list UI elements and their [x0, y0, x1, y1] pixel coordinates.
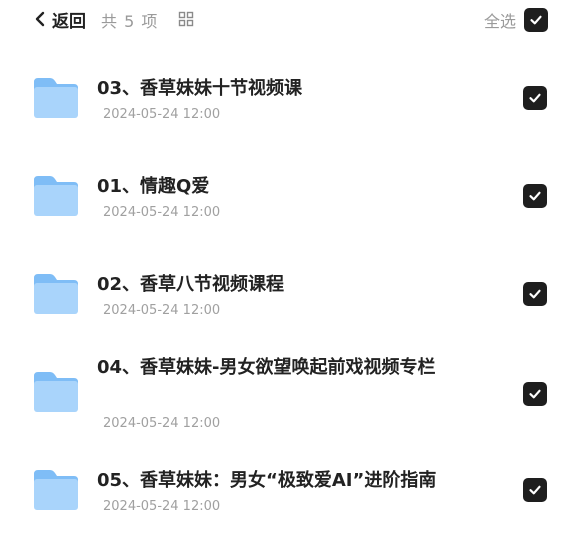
check-icon — [529, 485, 541, 495]
folder-icon — [34, 176, 78, 216]
chevron-left-icon — [35, 11, 45, 27]
check-icon — [530, 15, 542, 25]
top-bar: 返回 共 5 项 全选 — [0, 0, 574, 40]
folder-date: 2024-05-24 12:00 — [103, 205, 221, 220]
check-icon — [529, 389, 541, 399]
folder-item[interactable]: 03、香草妹妹十节视频课 2024-05-24 12:00 — [0, 60, 574, 140]
folder-date: 2024-05-24 12:00 — [103, 303, 221, 318]
folder-title: 04、香草妹妹-男女欲望唤起前戏视频专栏 — [97, 357, 436, 378]
folder-date: 2024-05-24 12:00 — [103, 416, 221, 431]
item-checkbox[interactable] — [523, 184, 547, 208]
check-icon — [529, 191, 541, 201]
folder-icon — [34, 372, 78, 412]
item-count-label: 共 5 项 — [101, 12, 159, 31]
folder-date: 2024-05-24 12:00 — [103, 499, 221, 514]
folder-date: 2024-05-24 12:00 — [103, 107, 221, 122]
back-label: 返回 — [52, 11, 86, 32]
item-checkbox[interactable] — [523, 382, 547, 406]
folder-icon — [34, 274, 78, 314]
folder-icon — [34, 470, 78, 510]
item-checkbox[interactable] — [523, 282, 547, 306]
item-checkbox[interactable] — [523, 86, 547, 110]
folder-title: 02、香草八节视频课程 — [97, 274, 285, 295]
folder-item[interactable]: 05、香草妹妹：男女“极致爱AI”进阶指南 2024-05-24 12:00 — [0, 456, 574, 536]
check-icon — [529, 93, 541, 103]
folder-title: 01、情趣Q爱 — [97, 176, 210, 197]
select-all-button[interactable]: 全选 — [484, 7, 548, 33]
grid-view-icon[interactable] — [178, 11, 194, 27]
check-icon — [529, 289, 541, 299]
folder-title: 03、香草妹妹十节视频课 — [97, 78, 303, 99]
folder-item[interactable]: 02、香草八节视频课程 2024-05-24 12:00 — [0, 256, 574, 336]
select-all-checkbox[interactable] — [524, 8, 548, 32]
back-button[interactable]: 返回 — [34, 7, 86, 32]
folder-icon — [34, 78, 78, 118]
folder-item[interactable]: 04、香草妹妹-男女欲望唤起前戏视频专栏 2024-05-24 12:00 — [0, 350, 574, 450]
select-all-label: 全选 — [483, 12, 516, 31]
item-checkbox[interactable] — [523, 478, 547, 502]
folder-item[interactable]: 01、情趣Q爱 2024-05-24 12:00 — [0, 158, 574, 238]
folder-title: 05、香草妹妹：男女“极致爱AI”进阶指南 — [97, 470, 437, 491]
